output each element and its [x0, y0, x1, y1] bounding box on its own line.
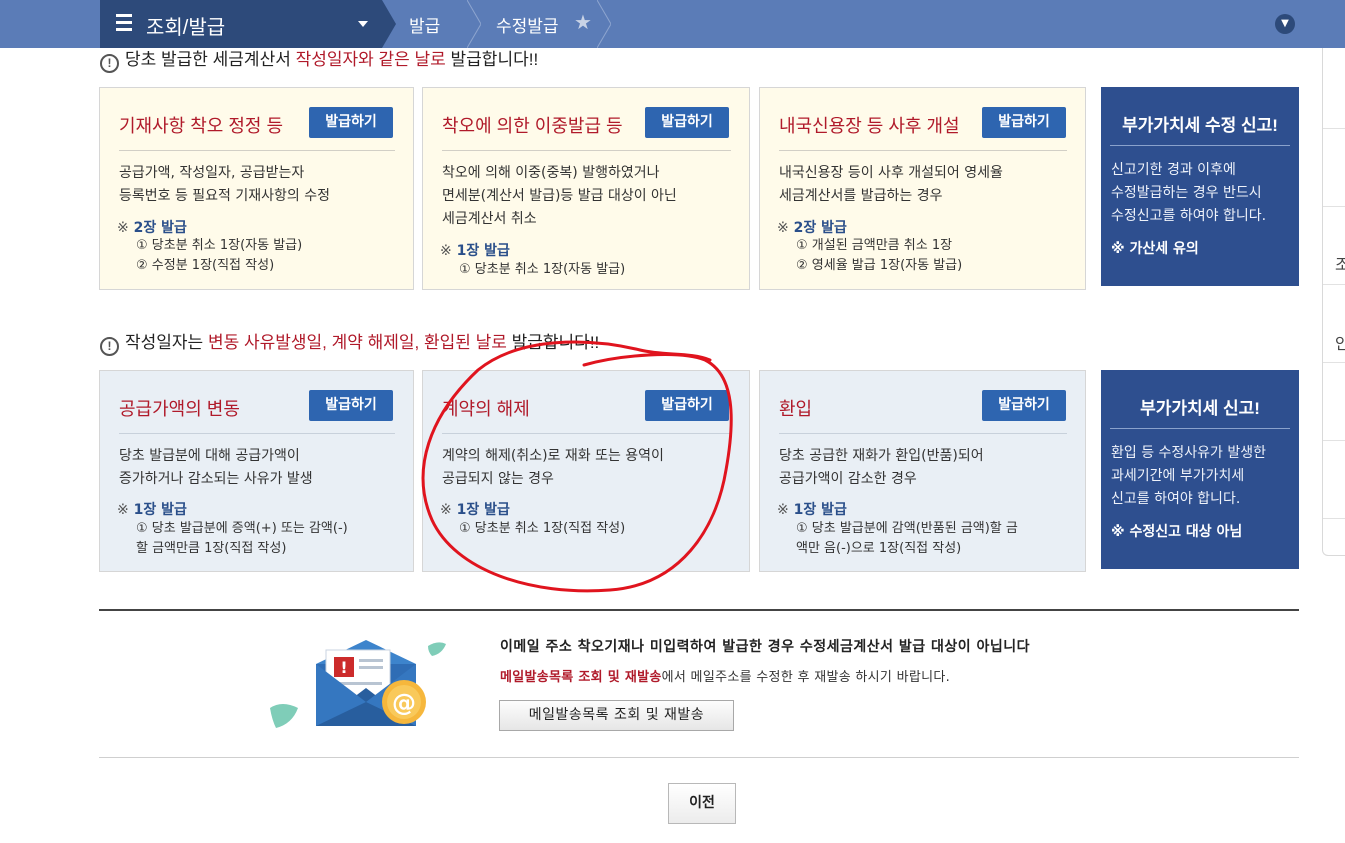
svg-text:!: !: [340, 658, 347, 677]
caret-down-icon[interactable]: [358, 21, 368, 27]
breadcrumb-separator: [597, 0, 611, 48]
resend-list-button[interactable]: 메일발송목록 조회 및 재발송: [499, 700, 734, 731]
issue-button[interactable]: 발급하기: [309, 107, 393, 138]
side-tab-label[interactable]: 안: [1335, 330, 1345, 354]
issue-button[interactable]: 발급하기: [309, 390, 393, 421]
card-returned-goods: 환입 발급하기 당초 공급한 재화가 환입(반품)되어 공급가액이 감소한 경우…: [759, 370, 1086, 572]
breadcrumb-separator: [382, 0, 396, 48]
issue-steps: ① 개설된 금액만큼 취소 1장 ② 영세율 발급 1장(자동 발급): [796, 238, 963, 273]
side-tab-label[interactable]: 조: [1335, 251, 1345, 275]
right-side-panel: 조 안: [1322, 48, 1345, 556]
card-description: 계약의 해제(취소)로 재화 또는 용역이 공급되지 않는 경우: [442, 448, 664, 487]
box-description: 신고기한 경과 이후에 수정발급하는 경우 반드시 수정신고를 하여야 합니다.: [1111, 162, 1267, 224]
card-description: 당초 발급분에 대해 공급가액이 증가하거나 감소되는 사유가 발생: [119, 448, 313, 487]
hamburger-icon[interactable]: [116, 14, 132, 32]
not-amend-target-note: ※ 수정신고 대상 아님: [1111, 524, 1243, 540]
vat-report-box: 부가가치세 신고! 환입 등 수정사유가 발생한 과세기간에 부가가치세 신고를…: [1101, 370, 1299, 569]
box-title: 부가가치세 신고!: [1140, 399, 1260, 418]
breadcrumb-issue[interactable]: 발급: [409, 12, 440, 37]
email-envelope-icon: ! @: [270, 640, 446, 728]
card-description: 공급가액, 작성일자, 공급받는자 등록번호 등 필요적 기재사항의 수정: [119, 165, 330, 204]
vat-amend-report-box: 부가가치세 수정 신고! 신고기한 경과 이후에 수정발급하는 경우 반드시 수…: [1101, 87, 1299, 286]
card-title: 환입: [779, 399, 813, 419]
issue-steps: ① 당초 발급분에 증액(+) 또는 감액(-) 할 금액만큼 1장(직접 작성…: [136, 521, 348, 556]
breadcrumb-separator: [467, 0, 481, 48]
favorite-star-icon[interactable]: ★: [574, 10, 592, 34]
card-title: 기재사항 착오 정정 등: [119, 116, 284, 136]
exclamation-icon: !: [100, 54, 119, 73]
card-title: 계약의 해제: [442, 399, 530, 419]
previous-button[interactable]: 이전: [668, 783, 736, 824]
issue-steps: ① 당초분 취소 1장(자동 발급) ② 수정분 1장(직접 작성): [136, 238, 303, 273]
card-title: 공급가액의 변동: [119, 399, 240, 419]
issue-button[interactable]: 발급하기: [982, 390, 1066, 421]
box-title: 부가가치세 수정 신고!: [1122, 116, 1278, 135]
issue-count: ※ 1장 발급: [440, 502, 510, 518]
section-divider: [99, 609, 1299, 611]
issue-count: ※ 2장 발급: [777, 220, 847, 236]
penalty-warning: ※ 가산세 유의: [1111, 241, 1199, 257]
card-price-change: 공급가액의 변동 발급하기 당초 발급분에 대해 공급가액이 증가하거나 감소되…: [99, 370, 414, 572]
email-notice-headline: 이메일 주소 착오기재나 미입력하여 발급한 경우 수정세금계산서 발급 대상이…: [500, 639, 1031, 655]
card-description: 내국신용장 등이 사후 개설되어 영세율 세금계산서를 발급하는 경우: [779, 165, 1003, 204]
resend-list-link[interactable]: 메일발송목록 조회 및 재발송: [500, 670, 662, 685]
email-notice-detail: 메일발송목록 조회 및 재발송에서 메일주소를 수정한 후 재발송 하시기 바랍…: [500, 670, 951, 685]
exclamation-icon: !: [100, 337, 119, 356]
notice-date-rule: ! 작성일자는 변동 사유발생일, 계약 해제일, 환입된 날로 발급합니다!!: [100, 328, 599, 356]
issue-button[interactable]: 발급하기: [645, 390, 729, 421]
issue-count: ※ 2장 발급: [117, 220, 187, 236]
card-local-lc: 내국신용장 등 사후 개설 발급하기 내국신용장 등이 사후 개설되어 영세율 …: [759, 87, 1086, 290]
issue-count: ※ 1장 발급: [777, 502, 847, 518]
breadcrumb-amend[interactable]: 수정발급: [496, 12, 559, 37]
card-title: 내국신용장 등 사후 개설: [779, 116, 960, 136]
issue-steps: ① 당초 발급분에 감액(반품된 금액)할 금 액만 음(-)으로 1장(직접 …: [796, 521, 1018, 556]
section-divider: [99, 757, 1299, 758]
card-description: 당초 공급한 재화가 환입(반품)되어 공급가액이 감소한 경우: [779, 448, 984, 487]
menu-title[interactable]: 조회/발급: [146, 11, 225, 40]
card-title: 착오에 의한 이중발급 등: [442, 116, 623, 136]
card-duplicate-issue: 착오에 의한 이중발급 등 발급하기 착오에 의해 이중(중복) 발행하였거나 …: [422, 87, 750, 290]
menu-dropdown[interactable]: [100, 0, 382, 48]
card-description: 착오에 의해 이중(중복) 발행하였거나 면세분(계산서 발급)등 발급 대상이…: [442, 165, 677, 227]
issue-steps: ① 당초분 취소 1장(자동 발급): [459, 262, 626, 277]
issue-count: ※ 1장 발급: [440, 243, 510, 259]
issue-count: ※ 1장 발급: [117, 502, 187, 518]
issue-button[interactable]: 발급하기: [645, 107, 729, 138]
issue-button[interactable]: 발급하기: [982, 107, 1066, 138]
box-description: 환입 등 수정사유가 발생한 과세기간에 부가가치세 신고를 하여야 합니다.: [1111, 445, 1267, 507]
card-contract-cancel: 계약의 해제 발급하기 계약의 해제(취소)로 재화 또는 용역이 공급되지 않…: [422, 370, 750, 572]
svg-text:@: @: [392, 689, 416, 717]
chevron-down-icon[interactable]: ▼: [1275, 14, 1295, 34]
top-nav: 조회/발급 발급 수정발급 ★ ▼: [0, 0, 1345, 48]
notice-same-date: ! 당초 발급한 세금계산서 작성일자와 같은 날로 발급합니다!!: [100, 45, 538, 73]
issue-steps: ① 당초분 취소 1장(직접 작성): [459, 521, 626, 536]
card-entry-correction: 기재사항 착오 정정 등 발급하기 공급가액, 작성일자, 공급받는자 등록번호…: [99, 87, 414, 290]
